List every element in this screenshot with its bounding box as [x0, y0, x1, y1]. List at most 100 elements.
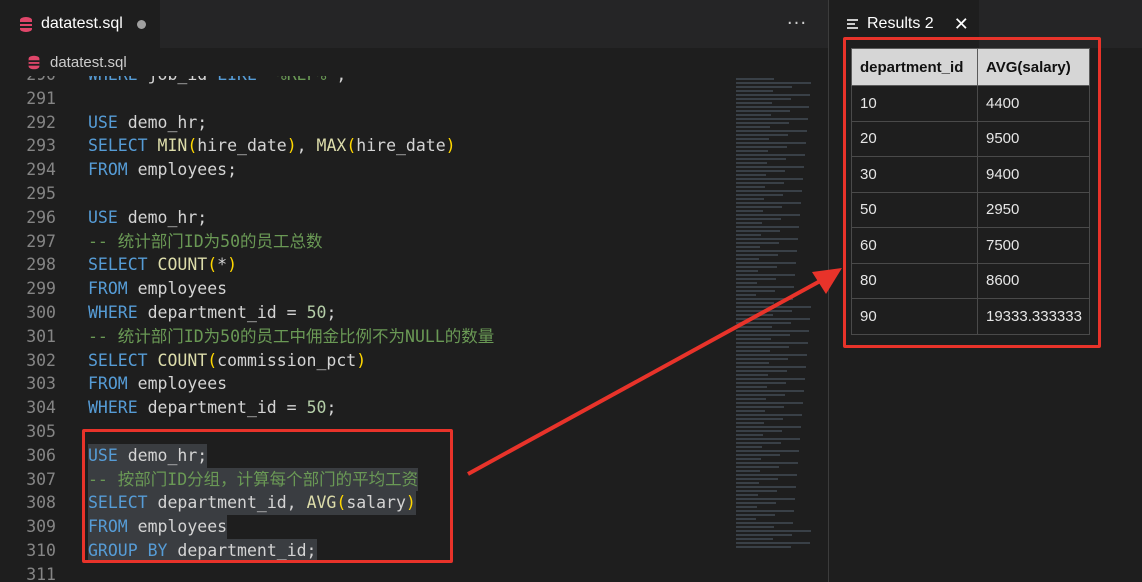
code-token: (	[346, 136, 357, 156]
code-token: demo_hr;	[117, 207, 208, 227]
minimap-row	[736, 142, 806, 144]
code-token: SELECT	[88, 255, 148, 275]
line-number: 298	[26, 255, 56, 275]
minimap-row	[736, 518, 756, 520]
minimap-row	[736, 526, 774, 528]
code-line[interactable]: 295	[0, 182, 730, 206]
unsaved-dot-icon[interactable]	[137, 20, 146, 29]
code-token: WHERE	[88, 398, 138, 418]
code-text[interactable]: USE demo_hr;	[88, 206, 207, 230]
minimap-row	[736, 82, 811, 84]
database-icon	[28, 55, 40, 69]
tab-label: datatest.sql	[41, 15, 123, 32]
minimap-row	[736, 538, 773, 540]
minimap-row	[736, 422, 764, 424]
code-text[interactable]: FROM employees;	[88, 158, 237, 182]
code-line[interactable]: 291	[0, 87, 730, 111]
code-line[interactable]: 300 WHERE department_id = 50;	[0, 301, 730, 325]
line-number: 302	[26, 350, 56, 370]
code-text[interactable]: -- 统计部门ID为50的员工中佣金比例不为NULL的数量	[88, 325, 494, 349]
vertical-scrollbar[interactable]	[814, 48, 828, 582]
code-line[interactable]: 297 -- 统计部门ID为50的员工总数	[0, 230, 730, 254]
minimap-row	[736, 126, 770, 128]
code-token: 50	[306, 398, 327, 418]
code-line[interactable]: 303 FROM employees	[0, 372, 730, 396]
code-text[interactable]: SELECT COUNT(commission_pct)	[88, 349, 366, 373]
code-line[interactable]: 296 USE demo_hr;	[0, 206, 730, 230]
code-line[interactable]: 311	[0, 563, 730, 582]
code-text[interactable]: WHERE department_id = 50;	[88, 301, 336, 325]
code-token: employees	[127, 279, 228, 299]
code-token: demo_hr;	[117, 112, 208, 132]
code-token: -- 统计部门ID为50的员工中佣金比例不为NULL的数量	[88, 326, 495, 346]
minimap-row	[736, 470, 760, 472]
code-text[interactable]: SELECT MIN(hire_date), MAX(hire_date)	[88, 134, 456, 158]
minimap-row	[736, 542, 810, 544]
code-token: hire_date	[356, 136, 446, 156]
code-token: )	[286, 136, 297, 156]
minimap-row	[736, 282, 757, 284]
minimap-row	[736, 90, 773, 92]
minimap[interactable]	[736, 70, 812, 582]
minimap-row	[736, 446, 762, 448]
code-token: FROM	[88, 160, 128, 180]
minimap-row	[736, 510, 794, 512]
minimap-row	[736, 242, 779, 244]
code-token: hire_date	[197, 136, 287, 156]
tab-datatest-sql[interactable]: datatest.sql	[0, 0, 160, 48]
code-token: USE	[88, 112, 118, 132]
code-line[interactable]: 299 FROM employees	[0, 277, 730, 301]
annotation-box-results	[843, 37, 1101, 348]
minimap-row	[736, 86, 792, 88]
code-text[interactable]: FROM employees	[88, 372, 227, 396]
minimap-row	[736, 298, 793, 300]
minimap-row	[736, 506, 757, 508]
code-line[interactable]: 298 SELECT COUNT(*)	[0, 253, 730, 277]
more-actions-button[interactable]: ···	[785, 12, 809, 36]
minimap-row	[736, 238, 798, 240]
close-icon[interactable]: ✕	[954, 14, 969, 35]
code-line[interactable]: 302 SELECT COUNT(commission_pct)	[0, 349, 730, 373]
minimap-row	[736, 202, 801, 204]
minimap-row	[736, 402, 803, 404]
minimap-row	[736, 162, 767, 164]
line-number: 297	[26, 231, 56, 251]
code-line[interactable]: 304 WHERE department_id = 50;	[0, 396, 730, 420]
code-line[interactable]: 294 FROM employees;	[0, 158, 730, 182]
breadcrumb-label[interactable]: datatest.sql	[50, 54, 127, 71]
breadcrumb[interactable]: datatest.sql	[0, 48, 828, 76]
minimap-row	[736, 186, 765, 188]
code-line[interactable]: 301 -- 统计部门ID为50的员工中佣金比例不为NULL的数量	[0, 325, 730, 349]
minimap-row	[736, 474, 797, 476]
minimap-row	[736, 398, 766, 400]
minimap-row	[736, 450, 799, 452]
code-line[interactable]: 293 SELECT MIN(hire_date), MAX(hire_date)	[0, 134, 730, 158]
minimap-row	[736, 530, 811, 532]
minimap-row	[736, 534, 792, 536]
minimap-row	[736, 230, 780, 232]
code-text[interactable]: FROM employees	[88, 277, 227, 301]
minimap-row	[736, 458, 761, 460]
minimap-row	[736, 490, 777, 492]
minimap-row	[736, 258, 759, 260]
minimap-row	[736, 318, 810, 320]
minimap-row	[736, 334, 790, 336]
code-text[interactable]: WHERE department_id = 50;	[88, 396, 336, 420]
code-token: FROM	[88, 374, 128, 394]
code-line[interactable]: 292 USE demo_hr;	[0, 111, 730, 135]
minimap-row	[736, 314, 773, 316]
minimap-row	[736, 234, 761, 236]
code-text[interactable]: USE demo_hr;	[88, 111, 207, 135]
minimap-row	[736, 522, 793, 524]
code-token: employees;	[127, 160, 238, 180]
code-token: ;	[326, 302, 337, 322]
minimap-row	[736, 306, 811, 308]
line-number: 294	[26, 160, 56, 180]
minimap-row	[736, 454, 780, 456]
code-token: employees	[127, 374, 228, 394]
code-text[interactable]: -- 统计部门ID为50的员工总数	[88, 230, 323, 254]
code-token: USE	[88, 207, 118, 227]
code-text[interactable]: SELECT COUNT(*)	[88, 253, 237, 277]
code-token: (	[207, 350, 218, 370]
line-number: 307	[26, 469, 56, 489]
